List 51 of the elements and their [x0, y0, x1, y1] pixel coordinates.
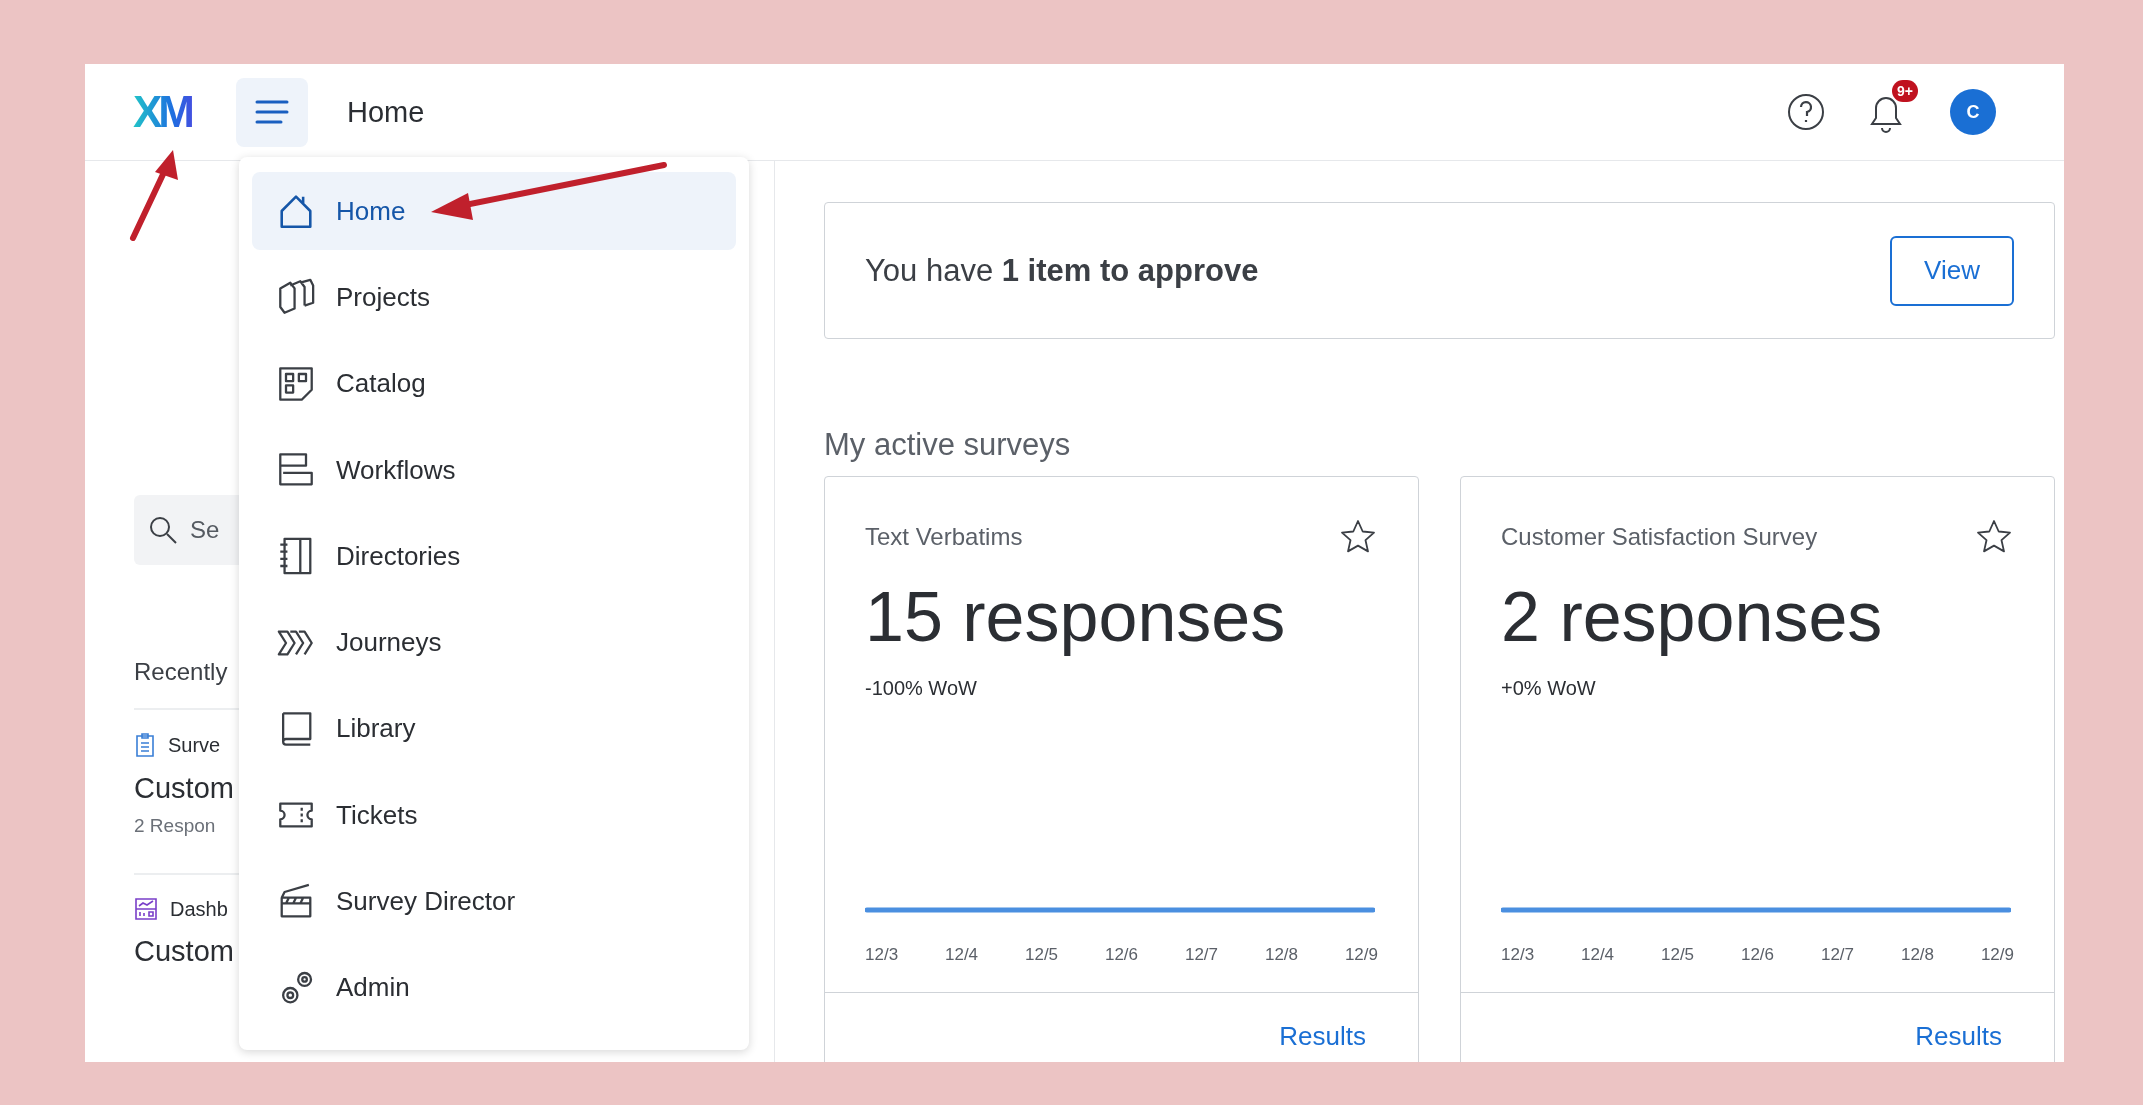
survey-title: Text Verbatims: [865, 523, 1023, 551]
results-link[interactable]: Results: [1915, 1021, 2002, 1052]
section-heading: Recently: [134, 658, 228, 686]
axis-label: 12/5: [1660, 945, 1695, 965]
recent-item-link[interactable]: Custom: [134, 935, 234, 968]
avatar[interactable]: C: [1950, 89, 1996, 135]
search-field[interactable]: Se: [134, 495, 239, 565]
menu-icon: [255, 99, 289, 125]
response-count: 15 responses: [865, 577, 1286, 657]
menu-item[interactable]: Workflows: [252, 430, 736, 510]
menu-item[interactable]: Journeys: [252, 603, 736, 682]
axis-label: 12/3: [865, 945, 899, 965]
section-heading: My active surveys: [824, 427, 1071, 463]
view-button[interactable]: View: [1890, 235, 2014, 306]
response-count: 2 responses: [1501, 577, 1883, 657]
survey-title: Customer Satisfaction Survey: [1501, 523, 1818, 551]
approval-message: You have 1 item to approve: [865, 252, 1259, 289]
axis-label: 12/8: [1264, 945, 1298, 965]
menu-item[interactable]: Home: [252, 172, 736, 251]
recent-item-link[interactable]: Custom: [134, 772, 234, 805]
menu-item[interactable]: Catalog: [252, 344, 736, 423]
search-icon: [148, 515, 178, 545]
week-change: -100% WoW: [865, 677, 977, 700]
menu-item[interactable]: Tickets: [252, 776, 736, 855]
clipboard-icon: [134, 732, 156, 758]
axis-label: 12/4: [1581, 945, 1615, 965]
menu-item[interactable]: Admin: [252, 948, 736, 1027]
axis-label: 12/6: [1740, 945, 1775, 965]
results-link[interactable]: Results: [1279, 1021, 1366, 1052]
axis-label: 12/6: [1104, 945, 1139, 965]
item-type-label: Surve: [168, 733, 221, 757]
axis-label: 12/4: [945, 945, 979, 965]
axis-label: 12/7: [1184, 945, 1219, 965]
week-change: +0% WoW: [1501, 677, 1596, 700]
notification-badge: 9+: [1892, 80, 1918, 102]
axis-label: 12/5: [1024, 945, 1059, 965]
axis-label: 12/7: [1820, 945, 1855, 965]
dashboard-icon: [134, 897, 158, 921]
axis-label: 12/8: [1900, 945, 1934, 965]
item-detail: 2 Respon: [134, 815, 216, 837]
page-title: Home: [347, 95, 425, 129]
menu-button[interactable]: [236, 77, 308, 147]
menu-item[interactable]: Survey Director: [252, 862, 736, 941]
menu-item[interactable]: Library: [252, 689, 736, 769]
axis-label: 12/9: [1344, 945, 1378, 965]
axis-label: 12/3: [1501, 945, 1535, 965]
item-type-label: Dashb: [170, 897, 228, 921]
axis-label: 12/9: [1980, 945, 2014, 965]
menu-item[interactable]: Directories: [252, 517, 736, 596]
help-icon[interactable]: [1786, 92, 1826, 132]
menu-item[interactable]: Projects: [252, 258, 736, 337]
